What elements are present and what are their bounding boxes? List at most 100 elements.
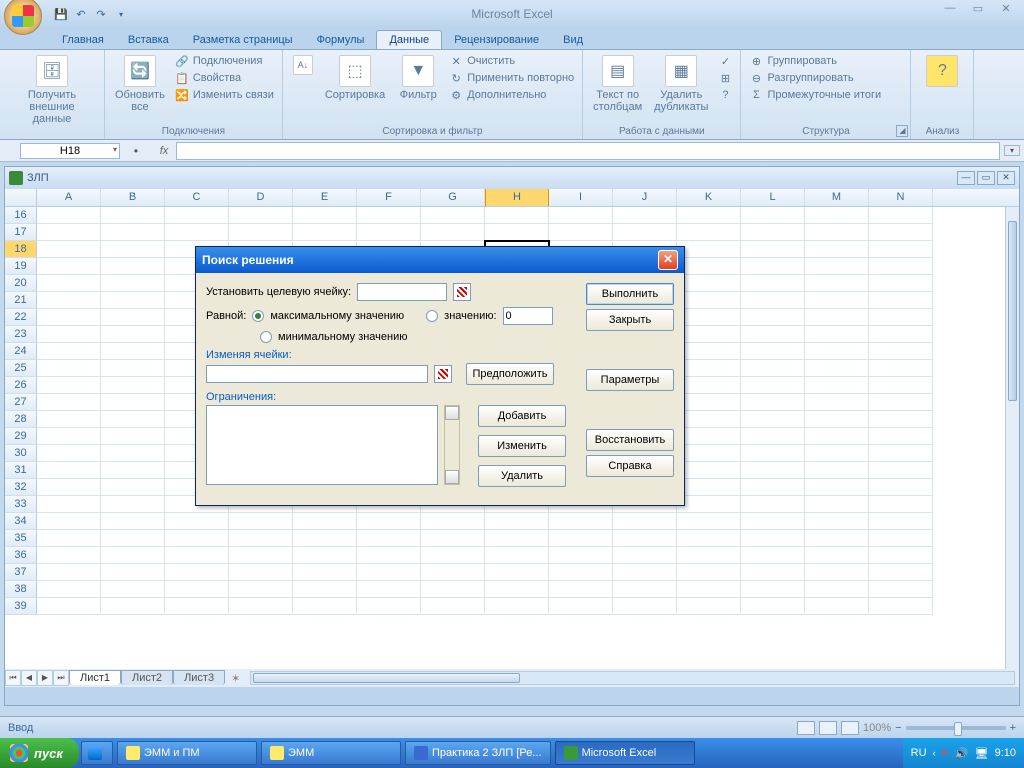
radio-max[interactable] — [252, 310, 264, 322]
cell[interactable] — [741, 428, 805, 445]
sheet-tab[interactable]: Лист3 — [173, 670, 225, 685]
cell[interactable] — [37, 343, 101, 360]
constraints-scrollbar[interactable] — [444, 405, 460, 485]
row-header[interactable]: 17 — [5, 224, 37, 241]
cell[interactable] — [869, 598, 933, 615]
cell[interactable] — [805, 598, 869, 615]
clear-filter-button[interactable]: ✕Очистить — [447, 53, 576, 69]
tray-chevron-icon[interactable]: ‹ — [933, 748, 936, 758]
nav-last-icon[interactable]: ⏭ — [53, 670, 69, 686]
sort-az-button[interactable]: A↓ — [289, 53, 317, 77]
cell[interactable] — [485, 581, 549, 598]
cell[interactable] — [101, 343, 165, 360]
maximize-button[interactable]: ▭ — [966, 2, 990, 18]
cell[interactable] — [741, 462, 805, 479]
cell[interactable] — [101, 326, 165, 343]
cell[interactable] — [677, 258, 741, 275]
cell[interactable] — [101, 275, 165, 292]
cell[interactable] — [421, 598, 485, 615]
pagebreak-view-button[interactable] — [841, 721, 859, 735]
advanced-button[interactable]: ⚙Дополнительно — [447, 87, 576, 103]
cell[interactable] — [101, 360, 165, 377]
cell[interactable] — [677, 326, 741, 343]
cell[interactable] — [805, 547, 869, 564]
column-header[interactable]: H — [485, 189, 549, 206]
row-header[interactable]: 28 — [5, 411, 37, 428]
cell[interactable] — [869, 343, 933, 360]
cell[interactable] — [101, 445, 165, 462]
text-to-columns-button[interactable]: ▤Текст по столбцам — [589, 53, 646, 115]
column-header[interactable]: N — [869, 189, 933, 206]
cell[interactable] — [613, 598, 677, 615]
cell[interactable] — [805, 343, 869, 360]
cell[interactable] — [677, 275, 741, 292]
cell[interactable] — [165, 564, 229, 581]
properties-button[interactable]: 📋Свойства — [173, 70, 276, 86]
cell[interactable] — [805, 258, 869, 275]
sort-button[interactable]: ⬚Сортировка — [321, 53, 389, 103]
get-external-data-button[interactable]: 🗄Получить внешние данные — [6, 53, 98, 127]
cell[interactable] — [741, 598, 805, 615]
cell[interactable] — [869, 411, 933, 428]
guess-button[interactable]: Предположить — [466, 363, 554, 385]
cell[interactable] — [101, 581, 165, 598]
cell[interactable] — [805, 394, 869, 411]
cell[interactable] — [357, 224, 421, 241]
cell[interactable] — [485, 513, 549, 530]
close-button[interactable]: ✕ — [994, 2, 1018, 18]
column-header[interactable]: D — [229, 189, 293, 206]
cell[interactable] — [37, 360, 101, 377]
row-header[interactable]: 38 — [5, 581, 37, 598]
cell[interactable] — [101, 241, 165, 258]
nav-first-icon[interactable]: ⏮ — [5, 670, 21, 686]
qat-dropdown-icon[interactable]: ▾ — [112, 5, 130, 23]
cell[interactable] — [677, 292, 741, 309]
cell[interactable] — [165, 530, 229, 547]
cell[interactable] — [357, 530, 421, 547]
connections-button[interactable]: 🔗Подключения — [173, 53, 276, 69]
cell[interactable] — [677, 462, 741, 479]
cell[interactable] — [101, 479, 165, 496]
cell[interactable] — [677, 428, 741, 445]
cell[interactable] — [101, 377, 165, 394]
cell[interactable] — [805, 530, 869, 547]
cell[interactable] — [805, 309, 869, 326]
undo-icon[interactable]: ↶ — [72, 5, 90, 23]
cell[interactable] — [741, 530, 805, 547]
cell[interactable] — [101, 258, 165, 275]
cell[interactable] — [293, 207, 357, 224]
cell[interactable] — [37, 513, 101, 530]
zoom-in-icon[interactable]: + — [1010, 722, 1016, 734]
cell[interactable] — [805, 326, 869, 343]
cell[interactable] — [485, 598, 549, 615]
vertical-scrollbar[interactable] — [1005, 207, 1019, 673]
cell[interactable] — [165, 581, 229, 598]
add-constraint-button[interactable]: Добавить — [478, 405, 566, 427]
expand-formula-icon[interactable]: ▾ — [1004, 145, 1020, 156]
help-button[interactable]: Справка — [586, 455, 674, 477]
cell[interactable] — [869, 428, 933, 445]
scrollbar-thumb[interactable] — [253, 673, 520, 683]
cell[interactable] — [805, 479, 869, 496]
taskbar-item[interactable]: Практика 2 ЗЛП [Ре... — [405, 741, 551, 765]
formula-input[interactable] — [176, 142, 1000, 160]
cell[interactable] — [677, 598, 741, 615]
zoom-slider[interactable] — [906, 726, 1006, 730]
cell[interactable] — [549, 547, 613, 564]
cell[interactable] — [741, 445, 805, 462]
new-sheet-icon[interactable]: ✶ — [225, 672, 246, 685]
tray-kaspersky-icon[interactable]: K — [942, 747, 949, 759]
column-header[interactable]: A — [37, 189, 101, 206]
redo-icon[interactable]: ↷ — [92, 5, 110, 23]
cell[interactable] — [805, 445, 869, 462]
cell[interactable] — [741, 496, 805, 513]
column-header[interactable]: J — [613, 189, 677, 206]
row-header[interactable]: 24 — [5, 343, 37, 360]
row-header[interactable]: 23 — [5, 326, 37, 343]
cell[interactable] — [549, 530, 613, 547]
cell[interactable] — [37, 326, 101, 343]
cell[interactable] — [101, 530, 165, 547]
cell[interactable] — [229, 513, 293, 530]
dialog-titlebar[interactable]: Поиск решения ✕ — [196, 247, 684, 273]
tab-view[interactable]: Вид — [551, 31, 595, 49]
